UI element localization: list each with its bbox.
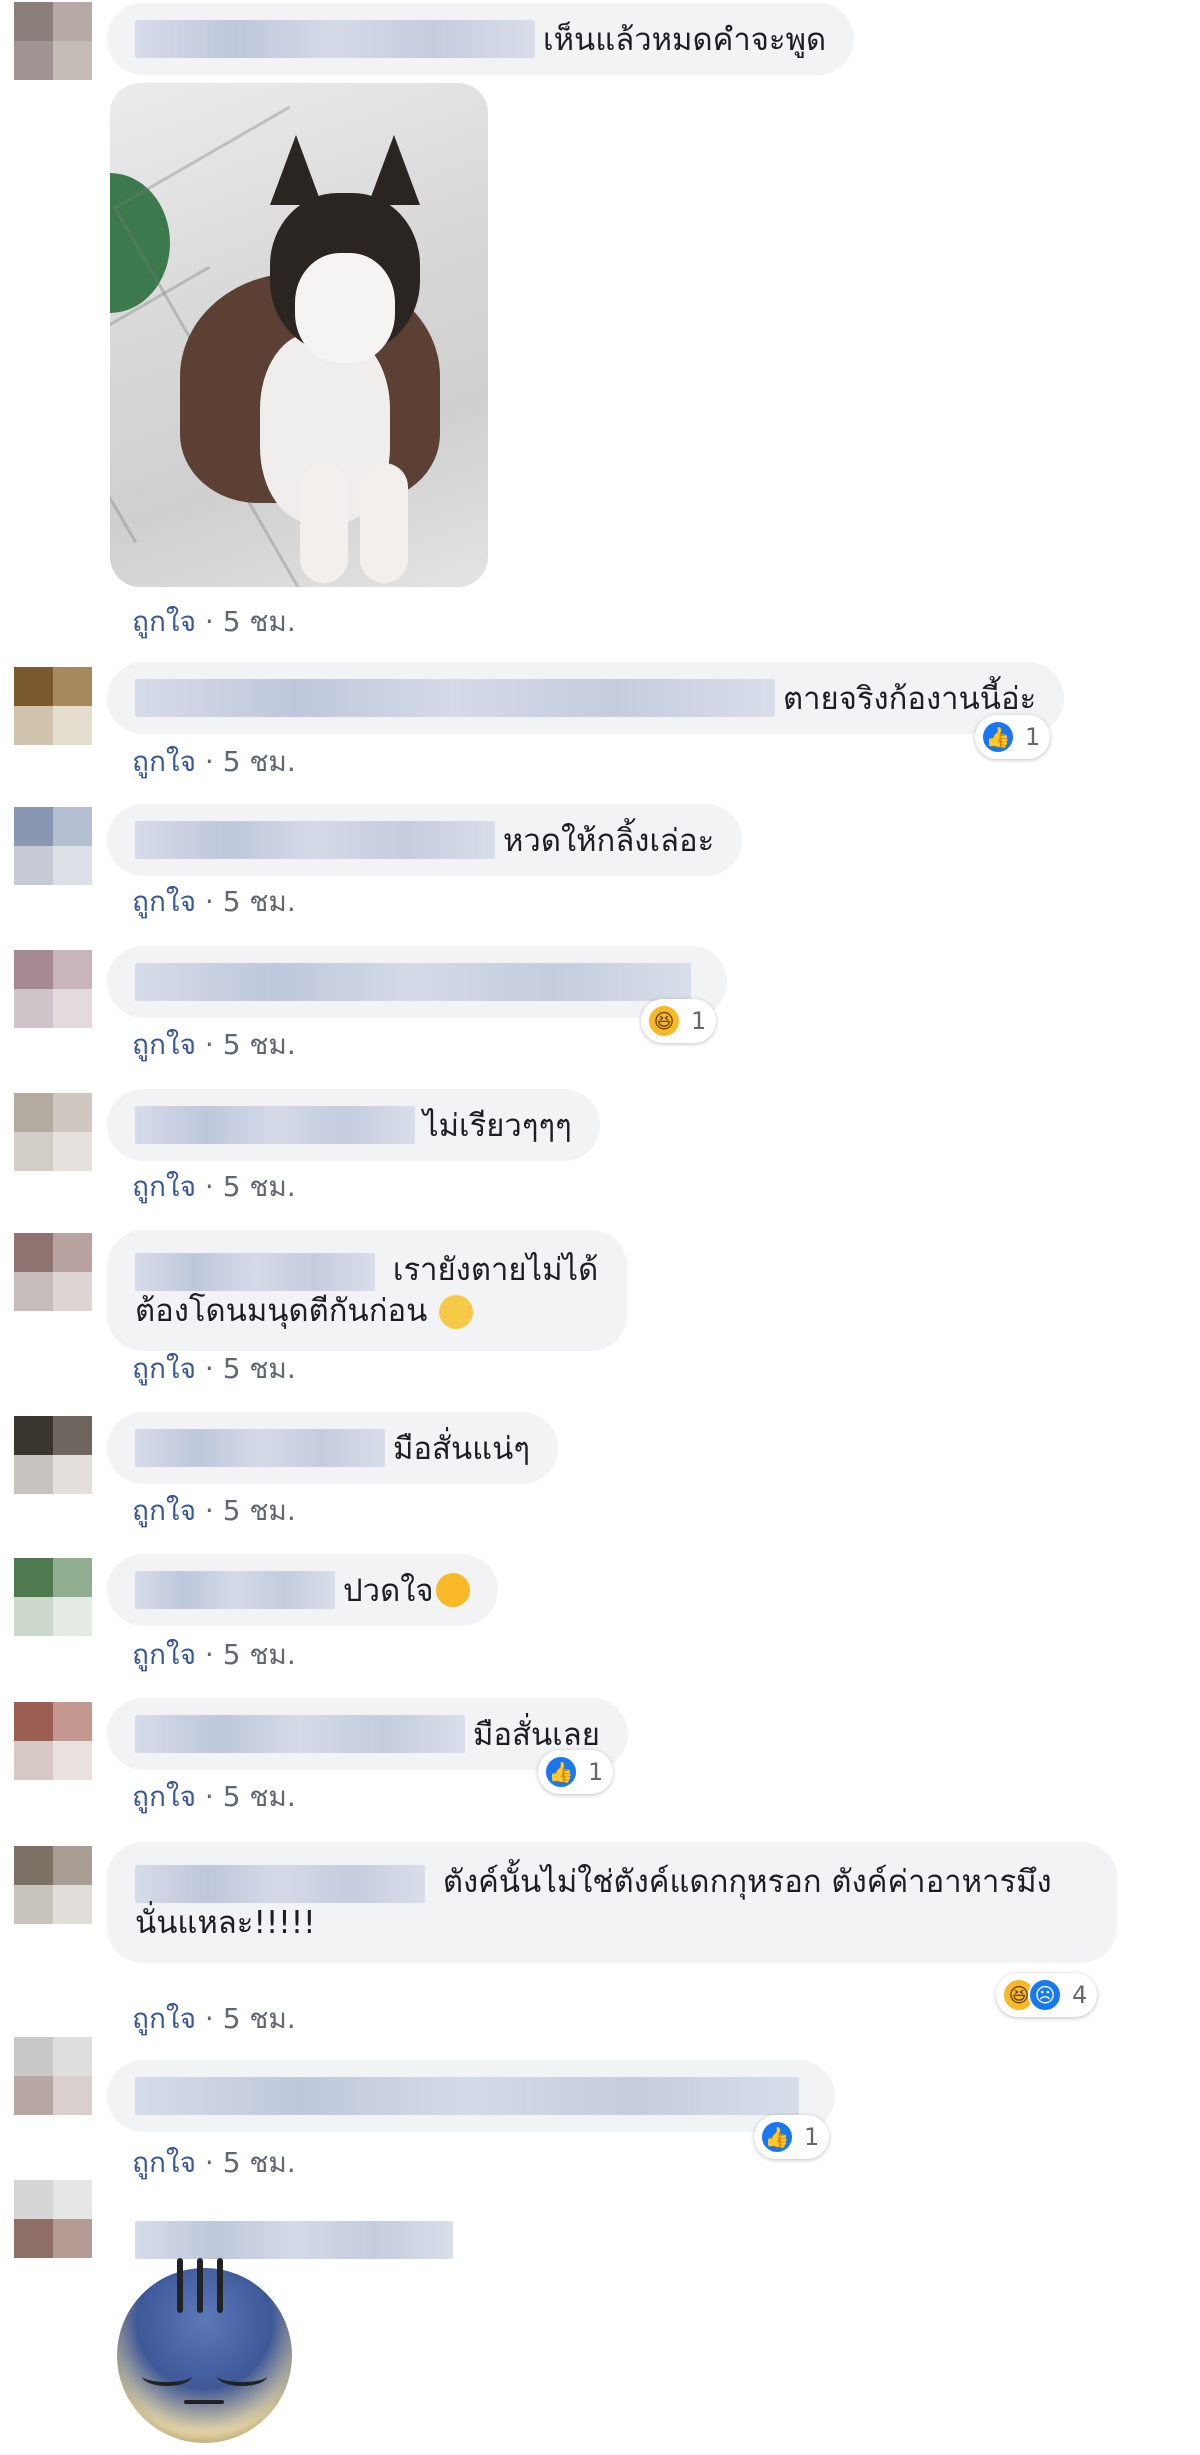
timestamp[interactable]: 5 ชม. [223,605,296,638]
comment-meta: ถูกใจ · 5 ชม. [132,1780,296,1813]
thumbs-up-icon: 👍 [760,2120,794,2154]
blurred-author-name[interactable] [135,2077,799,2115]
timestamp[interactable]: 5 ชม. [223,885,296,918]
comment-meta: ถูกใจ · 5 ชม. [132,1028,296,1061]
comment-meta: ถูกใจ · 5 ชม. [132,1638,296,1671]
comment-bubble [107,946,727,1018]
avatar[interactable] [14,2180,92,2258]
blurred-author-name[interactable] [135,821,495,859]
timestamp[interactable]: 5 ชม. [223,745,296,778]
comment-text: เห็นแล้วหมดคำจะพูด [543,22,827,58]
comment-bubble: ตายจริงก้องานนี้อ่ะ [107,662,1065,734]
like-link[interactable]: ถูกใจ [132,605,196,638]
avatar[interactable] [14,1558,92,1636]
comment-text-line-1: ตังค์นั้นไม่ใช่ตังค์แดกกุหรอก ตังค์ค่าอา… [442,1864,1052,1900]
comment-meta: ถูกใจ · 5 ชม. [132,745,296,778]
comment-text-line-2: ต้องโดนมนุดตีกันก่อน [135,1292,428,1329]
rofl-face-icon [435,1573,470,1607]
blurred-author-name[interactable] [135,1864,425,1903]
reaction-count: 1 [691,1007,707,1035]
like-link[interactable]: ถูกใจ [132,885,196,918]
timestamp[interactable]: 5 ชม. [223,1780,296,1813]
avatar[interactable] [14,1846,92,1924]
reaction-count: 4 [1072,1981,1088,2009]
sad-face-icon: ☹ [1028,1978,1062,2012]
like-link[interactable]: ถูกใจ [132,1780,196,1813]
comment-photo[interactable] [110,83,488,587]
avatar[interactable] [14,1233,92,1311]
reaction-summary[interactable]: 😆 ☹ 4 [996,1973,1098,2017]
comment-meta: ถูกใจ · 5 ชม. [132,2146,296,2179]
thumbs-up-icon: 👍 [981,720,1015,754]
reaction-count: 1 [588,1758,604,1786]
blurred-author-name[interactable] [135,963,691,1001]
timestamp[interactable]: 5 ชม. [223,1028,296,1061]
timestamp[interactable]: 5 ชม. [223,1494,296,1527]
reaction-summary[interactable]: 👍 1 [538,1750,614,1794]
comment-bubble: ไม่เรียวๆๆๆ [107,1089,600,1161]
avatar[interactable] [14,2037,92,2115]
comment-bubble [107,2060,835,2132]
blurred-author-name[interactable] [135,679,775,717]
blurred-author-name[interactable] [135,20,535,58]
comment-meta: ถูกใจ · 5 ชม. [132,885,296,918]
reaction-summary[interactable]: 👍 1 [754,2115,830,2159]
comment-author[interactable] [135,2221,461,2259]
avatar[interactable] [14,2,92,80]
blurred-author-name[interactable] [135,1106,415,1144]
timestamp[interactable]: 5 ชม. [223,2146,296,2179]
comment-meta: ถูกใจ · 5 ชม. [132,2002,296,2035]
like-link[interactable]: ถูกใจ [132,745,196,778]
comment-text-line-1: เรายังตายไม่ได้ [392,1252,599,1288]
reaction-summary[interactable]: 👍 1 [975,715,1051,759]
blurred-author-name[interactable] [135,1715,465,1753]
comment-text: ไม่เรียวๆๆๆ [423,1108,572,1144]
like-link[interactable]: ถูกใจ [132,1638,196,1671]
comment-text: หวดให้กลิ้งเล่อะ [503,823,715,859]
blurred-author-name[interactable] [135,1252,375,1291]
sad-sticker-icon[interactable] [117,2258,292,2443]
avatar[interactable] [14,1702,92,1780]
comment-meta: ถูกใจ · 5 ชม. [132,1352,296,1385]
avatar[interactable] [14,1093,92,1171]
comment-text: มือสั่นแน่ๆ [393,1431,530,1467]
thumbs-up-icon: 👍 [544,1755,578,1789]
avatar[interactable] [14,807,92,885]
reaction-count: 1 [804,2123,820,2151]
comment-bubble: ตังค์นั้นไม่ใช่ตังค์แดกกุหรอก ตังค์ค่าอา… [107,1842,1117,1963]
reaction-count: 1 [1025,723,1041,751]
comment-meta: ถูกใจ · 5 ชม. [132,1170,296,1203]
comment-meta: ถูกใจ · 5 ชม. [132,1494,296,1527]
comment-text-line-2: นั่นแหละ!!!!! [135,1904,316,1941]
comment-bubble: หวดให้กลิ้งเล่อะ [107,804,743,876]
timestamp[interactable]: 5 ชม. [223,1170,296,1203]
comment-bubble: มือสั่นแน่ๆ [107,1412,558,1484]
comment-bubble: ปวดใจ [107,1554,498,1626]
grinning-face-icon [439,1295,474,1329]
like-link[interactable]: ถูกใจ [132,2146,196,2179]
avatar[interactable] [14,667,92,745]
comment-text: ปวดใจ [343,1573,434,1609]
reaction-summary[interactable]: 😆 1 [641,999,717,1043]
like-link[interactable]: ถูกใจ [132,1494,196,1527]
timestamp[interactable]: 5 ชม. [223,1352,296,1385]
like-link[interactable]: ถูกใจ [132,1170,196,1203]
comment-thread: เห็นแล้วหมดคำจะพูด ถูกใจ · 5 ชม. ตายจริง… [0,0,1200,2455]
timestamp[interactable]: 5 ชม. [223,1638,296,1671]
timestamp[interactable]: 5 ชม. [223,2002,296,2035]
like-link[interactable]: ถูกใจ [132,2002,196,2035]
blurred-author-name[interactable] [135,2221,453,2259]
like-link[interactable]: ถูกใจ [132,1028,196,1061]
comment-bubble: เรายังตายไม่ได้ ต้องโดนมนุดตีกันก่อน [107,1230,627,1351]
avatar[interactable] [14,950,92,1028]
blurred-author-name[interactable] [135,1429,385,1467]
laughing-face-icon: 😆 [647,1004,681,1038]
like-link[interactable]: ถูกใจ [132,1352,196,1385]
avatar[interactable] [14,1416,92,1494]
comment-meta: ถูกใจ · 5 ชม. [132,605,296,638]
comment-bubble: เห็นแล้วหมดคำจะพูด [107,3,855,75]
blurred-author-name[interactable] [135,1571,335,1609]
